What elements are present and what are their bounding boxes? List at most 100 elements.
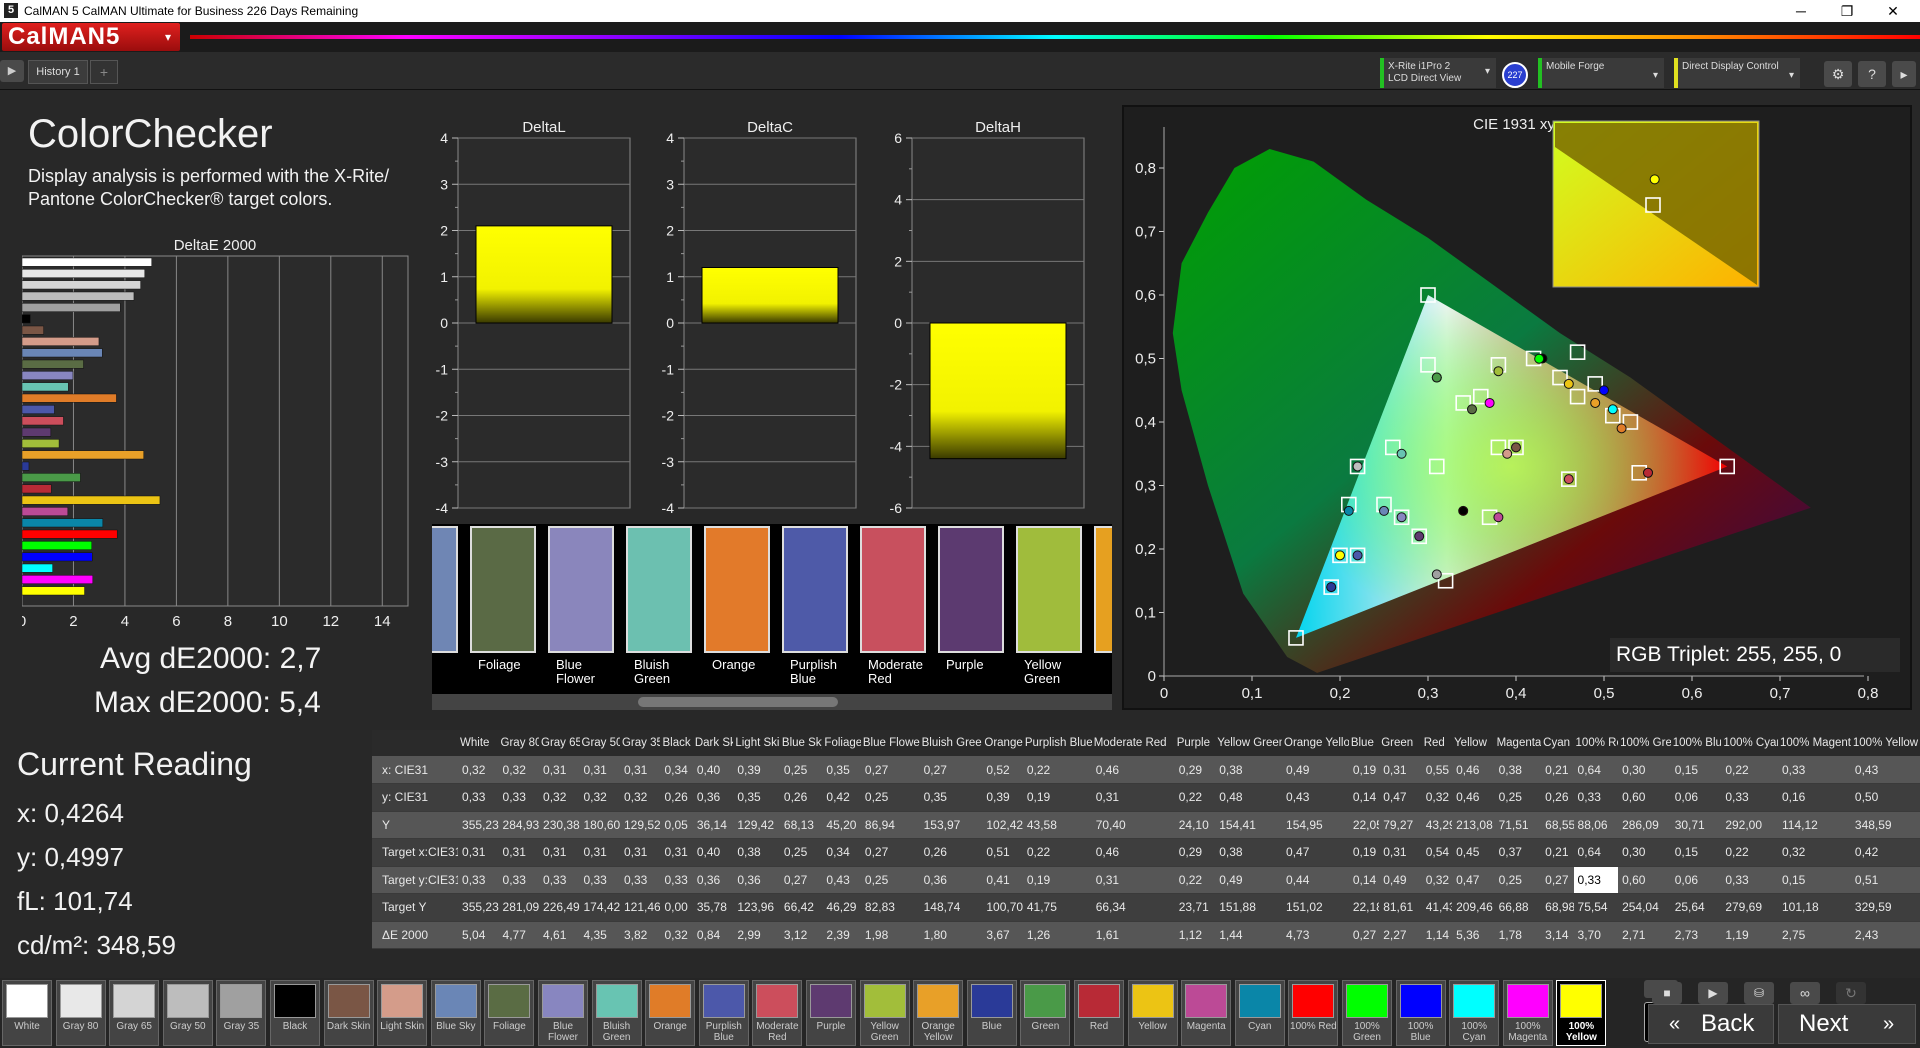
patch-gray-50[interactable]: Gray 50 (162, 980, 213, 1046)
table-cell[interactable]: 46,29 (822, 893, 861, 922)
table-cell[interactable]: 329,59 (1850, 893, 1920, 922)
table-cell[interactable]: 23,71 (1174, 893, 1216, 922)
table-cell[interactable]: 230,38 (539, 811, 580, 839)
table-cell[interactable]: 0,19 (1348, 756, 1380, 784)
table-cell[interactable]: 151,88 (1215, 893, 1283, 922)
table-column-header[interactable]: 100% Magenta (1778, 730, 1851, 756)
table-cell[interactable]: 4,35 (579, 921, 620, 949)
stop-icon[interactable]: ■ (1652, 982, 1682, 1004)
table-cell[interactable]: 3,70 (1573, 921, 1619, 949)
table-cell[interactable]: 70,40 (1091, 811, 1175, 839)
table-cell[interactable]: 0,33 (1721, 866, 1778, 894)
table-cell[interactable]: 355,23 (458, 893, 499, 922)
table-cell[interactable]: 0,38 (1215, 756, 1283, 784)
table-column-header[interactable]: White (458, 730, 499, 756)
patch-yellow[interactable]: Yellow (1127, 980, 1178, 1046)
table-cell[interactable]: 79,27 (1379, 811, 1422, 839)
table-cell[interactable]: 0,33 (1573, 866, 1619, 894)
table-cell[interactable]: 0,84 (692, 921, 734, 949)
table-column-header[interactable]: Red (1421, 730, 1453, 756)
table-cell[interactable]: 0,19 (1022, 783, 1092, 812)
table-cell[interactable]: 0,32 (660, 921, 693, 949)
table-cell[interactable]: 43,58 (1022, 811, 1092, 839)
table-cell[interactable]: 82,83 (860, 893, 920, 922)
table-cell[interactable]: 0,33 (579, 866, 620, 894)
table-column-header[interactable]: Cyan (1541, 730, 1574, 756)
patch-gray-65[interactable]: Gray 65 (109, 980, 160, 1046)
table-cell[interactable]: 75,54 (1573, 893, 1619, 922)
table-cell[interactable]: 0,50 (1850, 783, 1920, 812)
table-column-header[interactable]: 100% Green (1618, 730, 1671, 756)
table-column-header[interactable]: Yellow (1452, 730, 1495, 756)
table-cell[interactable]: 284,93 (498, 811, 540, 839)
table-cell[interactable]: 0,30 (1618, 756, 1671, 784)
table-cell[interactable]: 1,78 (1494, 921, 1542, 949)
table-cell[interactable]: 281,09 (498, 893, 540, 922)
table-cell[interactable]: 88,06 (1573, 811, 1619, 839)
table-cell[interactable]: 0,31 (579, 838, 620, 867)
table-cell[interactable]: 0,31 (498, 838, 540, 867)
table-cell[interactable]: 129,42 (733, 811, 780, 839)
table-cell[interactable]: 0,35 (822, 756, 861, 784)
patch-moderate-red[interactable]: Moderate Red (752, 980, 803, 1046)
table-cell[interactable]: 0,42 (822, 783, 861, 812)
table-cell[interactable]: 180,60 (579, 811, 620, 839)
table-cell[interactable]: 0,46 (1452, 783, 1495, 812)
table-cell[interactable]: 0,33 (498, 866, 540, 894)
table-cell[interactable]: 1,80 (919, 921, 983, 949)
table-cell[interactable]: 0,25 (860, 866, 920, 894)
table-cell[interactable]: 0,31 (1091, 866, 1175, 894)
table-cell[interactable]: 66,34 (1091, 893, 1175, 922)
table-cell[interactable]: 0,39 (733, 756, 780, 784)
table-cell[interactable]: 0,33 (619, 866, 661, 894)
table-cell[interactable]: 0,52 (982, 756, 1023, 784)
play-measure-icon[interactable]: ▶ (1698, 982, 1728, 1004)
table-column-header[interactable]: Moderate Red (1091, 730, 1175, 756)
table-cell[interactable]: 22,18 (1348, 893, 1380, 922)
table-column-header[interactable]: Light Skin (733, 730, 780, 756)
table-cell[interactable]: 0,25 (1494, 866, 1542, 894)
table-cell[interactable]: 0,31 (1379, 838, 1422, 867)
table-cell[interactable]: 0,31 (1091, 783, 1175, 812)
table-cell[interactable]: 0,27 (919, 756, 983, 784)
table-cell[interactable]: 0,35 (919, 783, 983, 812)
patch-100-red[interactable]: 100% Red (1288, 980, 1339, 1046)
table-cell[interactable]: 292,00 (1721, 811, 1778, 839)
table-cell[interactable]: 0,31 (539, 756, 580, 784)
table-cell[interactable]: 3,14 (1541, 921, 1574, 949)
table-cell[interactable]: 0,31 (619, 838, 661, 867)
table-cell[interactable]: 254,04 (1618, 893, 1671, 922)
table-cell[interactable]: 0,51 (982, 838, 1023, 867)
table-cell[interactable]: 0,31 (619, 756, 661, 784)
table-cell[interactable]: 0,60 (1618, 866, 1671, 894)
table-cell[interactable]: 1,61 (1091, 921, 1175, 949)
patch-blue[interactable]: Blue (966, 980, 1017, 1046)
table-cell[interactable]: 3,67 (982, 921, 1023, 949)
table-cell[interactable]: 1,98 (860, 921, 920, 949)
table-cell[interactable]: 0,49 (1282, 756, 1349, 784)
table-cell[interactable]: 68,98 (1541, 893, 1574, 922)
table-cell[interactable]: 0,22 (1721, 838, 1778, 867)
scrollbar-thumb[interactable] (638, 697, 838, 707)
table-cell[interactable]: 279,69 (1721, 893, 1778, 922)
table-cell[interactable]: 0,21 (1541, 756, 1574, 784)
table-cell[interactable]: 2,71 (1618, 921, 1671, 949)
table-cell[interactable]: 0,38 (1215, 838, 1283, 867)
table-cell[interactable]: 2,73 (1670, 921, 1722, 949)
table-cell[interactable]: 0,32 (1421, 783, 1453, 812)
table-cell[interactable]: 0,38 (733, 838, 780, 867)
table-cell[interactable]: 5,04 (458, 921, 499, 949)
table-cell[interactable]: 0,31 (1379, 756, 1422, 784)
table-cell[interactable]: 4,73 (1282, 921, 1349, 949)
table-cell[interactable]: 1,12 (1174, 921, 1216, 949)
table-cell[interactable]: 0,47 (1282, 838, 1349, 867)
table-cell[interactable]: 0,42 (1850, 838, 1920, 867)
source-selector[interactable]: Mobile Forge ▾ (1538, 58, 1664, 88)
table-cell[interactable]: 0,60 (1618, 783, 1671, 812)
patch-yellow-green[interactable]: Yellow Green (859, 980, 910, 1046)
table-column-header[interactable]: Gray 50 (579, 730, 620, 756)
settings-gear-icon[interactable]: ⚙ (1824, 61, 1852, 87)
table-column-header[interactable]: Bluish Green (919, 730, 983, 756)
table-cell[interactable]: 1,26 (1022, 921, 1092, 949)
table-cell[interactable]: 0,44 (1282, 866, 1349, 894)
